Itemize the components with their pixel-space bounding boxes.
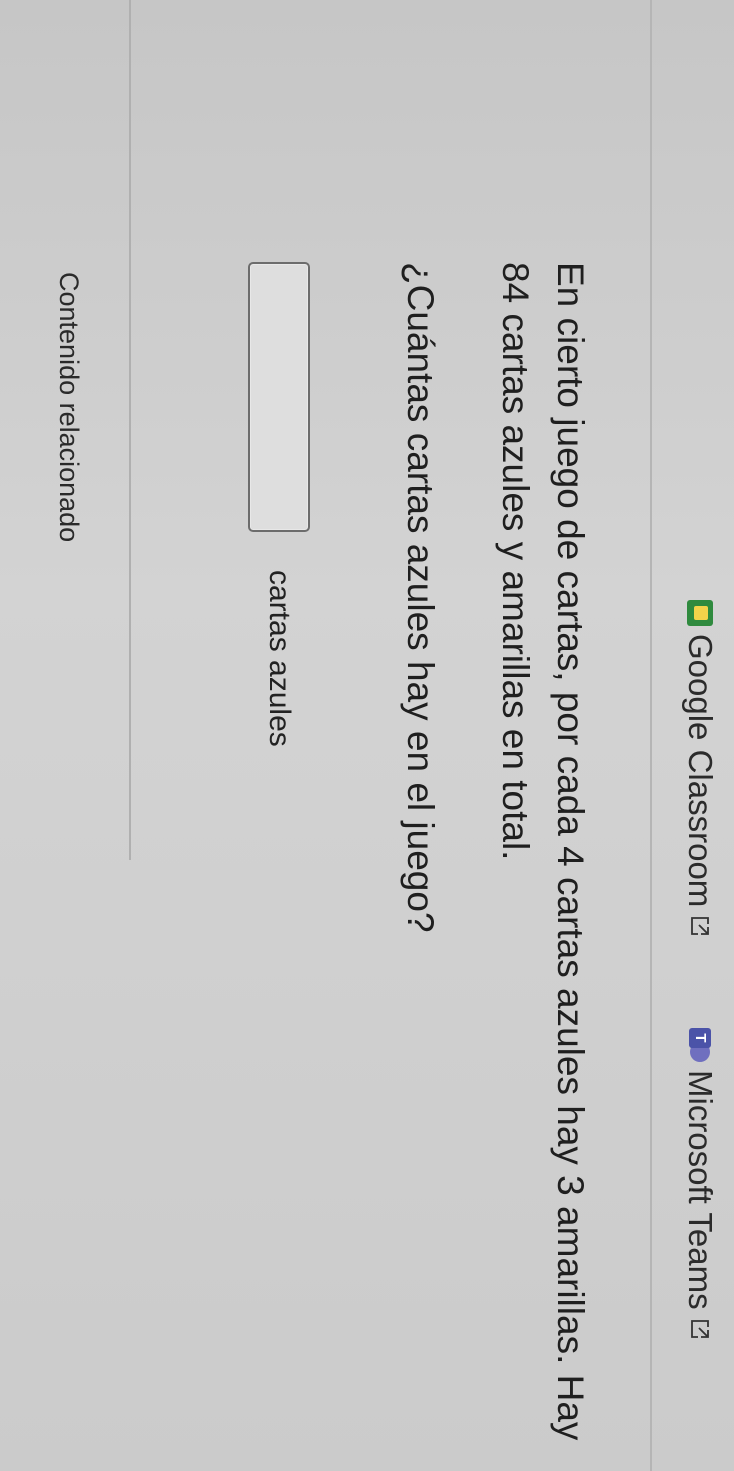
microsoft-teams-icon: T	[687, 1028, 713, 1062]
related-content-heading: Contenido relacionado	[54, 272, 84, 543]
microsoft-teams-share-link[interactable]: T Microsoft Teams	[680, 1028, 720, 1340]
problem-statement: En cierto juego de cartas, por cada 4 ca…	[495, 262, 591, 1441]
google-classroom-icon	[687, 600, 713, 626]
answer-row: cartas azules	[244, 262, 314, 747]
problem-question: ¿Cuántas cartas azules hay en el juego?	[400, 262, 441, 933]
external-link-icon	[691, 1319, 709, 1338]
bottom-divider	[129, 0, 131, 860]
top-divider	[650, 0, 652, 1471]
google-classroom-label: Google Classroom	[682, 634, 719, 908]
google-classroom-share-link[interactable]: Google Classroom	[680, 600, 720, 937]
answer-unit-label: cartas azules	[263, 570, 296, 747]
microsoft-teams-label: Microsoft Teams	[682, 1070, 719, 1310]
share-bar: Google Classroom T Microsoft Teams	[654, 0, 734, 1471]
external-link-icon	[691, 917, 709, 936]
answer-input[interactable]	[248, 262, 310, 532]
rotated-page: Google Classroom T Microsoft Teams En ci…	[0, 0, 734, 1471]
